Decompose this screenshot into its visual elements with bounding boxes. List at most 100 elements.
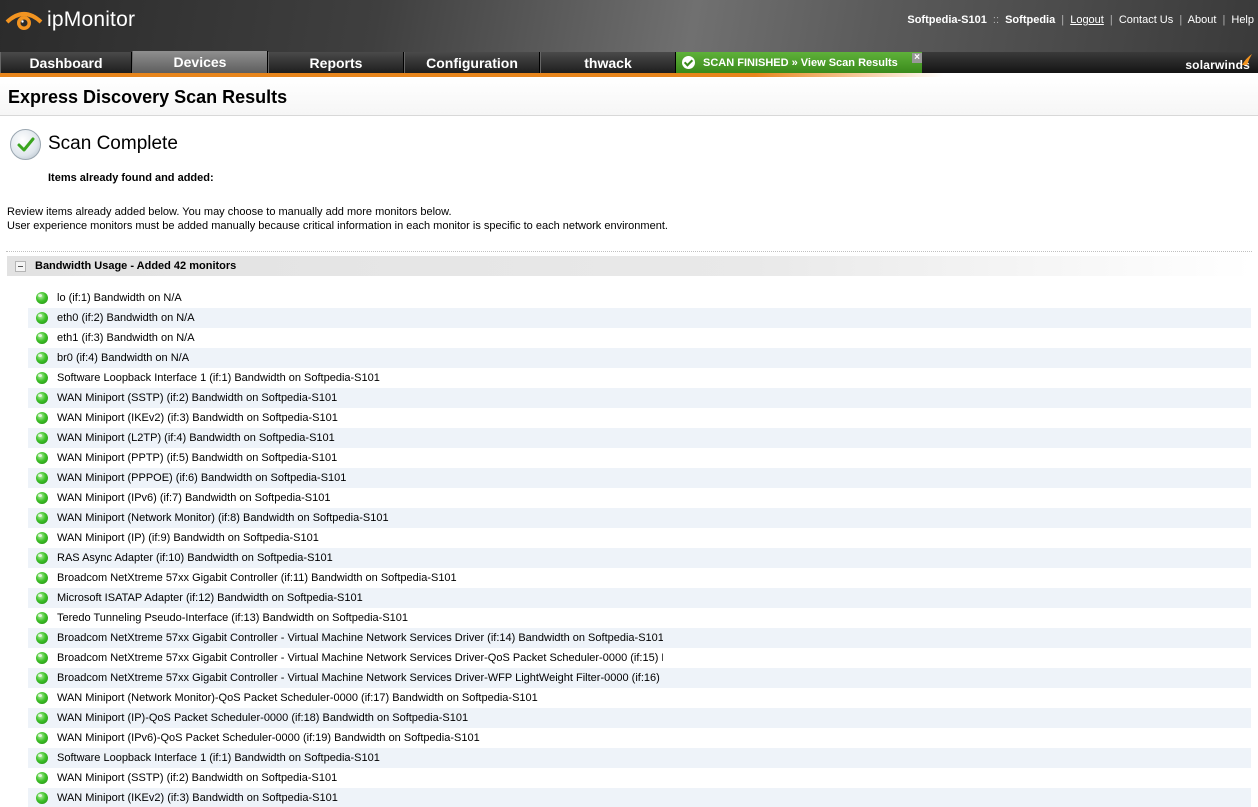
status-up-icon: [36, 732, 48, 744]
status-up-icon: [36, 592, 48, 604]
section-divider: [6, 251, 1252, 252]
list-item[interactable]: WAN Miniport (SSTP) (if:2) Bandwidth on …: [28, 768, 1251, 788]
about-link[interactable]: About: [1188, 14, 1217, 26]
list-item[interactable]: WAN Miniport (PPTP) (if:5) Bandwidth on …: [28, 448, 1251, 468]
list-item[interactable]: Broadcom NetXtreme 57xx Gigabit Controll…: [28, 668, 1251, 688]
monitor-label: WAN Miniport (Network Monitor) (if:8) Ba…: [57, 512, 389, 524]
scan-finished-banner[interactable]: SCAN FINISHED » View Scan Results: [676, 52, 922, 73]
user-links: Softpedia-S101 :: Softpedia | Logout | C…: [907, 14, 1254, 26]
host-separator: ::: [992, 14, 1000, 26]
list-item[interactable]: WAN Miniport (Network Monitor) (if:8) Ba…: [28, 508, 1251, 528]
status-up-icon: [36, 672, 48, 684]
status-up-icon: [36, 532, 48, 544]
status-up-icon: [36, 652, 48, 664]
check-icon: [682, 56, 695, 69]
list-item[interactable]: WAN Miniport (Network Monitor)-QoS Packe…: [28, 688, 1251, 708]
host-name: Softpedia-S101: [907, 14, 987, 26]
user-name: Softpedia: [1005, 14, 1056, 26]
monitor-label: WAN Miniport (IKEv2) (if:3) Bandwidth on…: [57, 792, 338, 804]
status-up-icon: [36, 412, 48, 424]
list-item[interactable]: WAN Miniport (IPv6)-QoS Packet Scheduler…: [28, 728, 1251, 748]
monitor-label: WAN Miniport (SSTP) (if:2) Bandwidth on …: [57, 392, 338, 404]
monitor-label: WAN Miniport (IP)-QoS Packet Scheduler-0…: [57, 712, 469, 724]
status-up-icon: [36, 572, 48, 584]
list-item[interactable]: Microsoft ISATAP Adapter (if:12) Bandwid…: [28, 588, 1251, 608]
monitor-label: Broadcom NetXtreme 57xx Gigabit Controll…: [57, 572, 457, 584]
monitor-list: lo (if:1) Bandwidth on N/A eth0 (if:2) Ba…: [28, 288, 1251, 807]
status-up-icon: [36, 472, 48, 484]
close-icon[interactable]: ×: [912, 53, 922, 63]
page-title: Express Discovery Scan Results: [8, 87, 288, 107]
status-up-icon: [36, 332, 48, 344]
scan-banner-label: SCAN FINISHED » View Scan Results: [703, 56, 898, 69]
status-up-icon: [36, 792, 48, 804]
monitor-label: WAN Miniport (PPPOE) (if:6) Bandwidth on…: [57, 472, 347, 484]
scan-complete-check-icon: [10, 129, 41, 160]
list-item[interactable]: Broadcom NetXtreme 57xx Gigabit Controll…: [28, 628, 1251, 648]
list-item[interactable]: lo (if:1) Bandwidth on N/A: [28, 288, 1251, 308]
tab-dashboard[interactable]: Dashboard: [0, 52, 132, 73]
status-up-icon: [36, 512, 48, 524]
status-up-icon: [36, 752, 48, 764]
app-logo[interactable]: ipMonitor: [4, 6, 135, 34]
list-item[interactable]: eth0 (if:2) Bandwidth on N/A: [28, 308, 1251, 328]
status-up-icon: [36, 692, 48, 704]
monitor-label: br0 (if:4) Bandwidth on N/A: [57, 352, 190, 364]
list-item[interactable]: Broadcom NetXtreme 57xx Gigabit Controll…: [28, 648, 1251, 668]
top-header: ipMonitor Softpedia-S101 :: Softpedia | …: [0, 0, 1258, 52]
status-up-icon: [36, 392, 48, 404]
list-item[interactable]: Software Loopback Interface 1 (if:1) Ban…: [28, 748, 1251, 768]
list-item[interactable]: Teredo Tunneling Pseudo-Interface (if:13…: [28, 608, 1251, 628]
monitor-label: WAN Miniport (SSTP) (if:2) Bandwidth on …: [57, 772, 338, 784]
description-line: User experience monitors must be added m…: [7, 220, 668, 232]
collapse-icon[interactable]: [15, 260, 26, 272]
list-item[interactable]: WAN Miniport (IP)-QoS Packet Scheduler-0…: [28, 708, 1251, 728]
logout-link[interactable]: Logout: [1070, 14, 1104, 26]
bandwidth-group-header[interactable]: Bandwidth Usage - Added 42 monitors: [7, 256, 1252, 276]
monitor-label: eth1 (if:3) Bandwidth on N/A: [57, 332, 195, 344]
list-item[interactable]: RAS Async Adapter (if:10) Bandwidth on S…: [28, 548, 1251, 568]
flame-logo-icon: [1240, 52, 1254, 66]
status-up-icon: [36, 292, 48, 304]
monitor-label: Broadcom NetXtreme 57xx Gigabit Controll…: [57, 632, 663, 644]
status-up-icon: [36, 432, 48, 444]
list-item[interactable]: WAN Miniport (IKEv2) (if:3) Bandwidth on…: [28, 788, 1251, 807]
items-found-label: Items already found and added:: [48, 172, 214, 184]
status-up-icon: [36, 772, 48, 784]
monitor-label: eth0 (if:2) Bandwidth on N/A: [57, 312, 195, 324]
monitor-label: WAN Miniport (IKEv2) (if:3) Bandwidth on…: [57, 412, 338, 424]
list-item[interactable]: WAN Miniport (SSTP) (if:2) Bandwidth on …: [28, 388, 1251, 408]
status-up-icon: [36, 712, 48, 724]
help-link[interactable]: Help: [1231, 14, 1254, 26]
list-item[interactable]: WAN Miniport (IKEv2) (if:3) Bandwidth on…: [28, 408, 1251, 428]
monitor-label: WAN Miniport (L2TP) (if:4) Bandwidth on …: [57, 432, 335, 444]
tab-reports[interactable]: Reports: [268, 52, 404, 73]
contact-us-link[interactable]: Contact Us: [1119, 14, 1173, 26]
status-up-icon: [36, 612, 48, 624]
monitor-label: lo (if:1) Bandwidth on N/A: [57, 292, 182, 304]
status-up-icon: [36, 372, 48, 384]
page-title-bar: Express Discovery Scan Results: [0, 77, 1258, 116]
monitor-label: WAN Miniport (PPTP) (if:5) Bandwidth on …: [57, 452, 338, 464]
monitor-label: WAN Miniport (IP) (if:9) Bandwidth on So…: [57, 532, 319, 544]
list-item[interactable]: br0 (if:4) Bandwidth on N/A: [28, 348, 1251, 368]
group-title: Bandwidth Usage - Added 42 monitors: [35, 260, 237, 272]
scan-complete-heading: Scan Complete: [48, 133, 178, 154]
eye-logo-icon: [4, 8, 44, 32]
status-up-icon: [36, 352, 48, 364]
description-line: Review items already added below. You ma…: [7, 206, 452, 218]
list-item[interactable]: WAN Miniport (PPPOE) (if:6) Bandwidth on…: [28, 468, 1251, 488]
list-item[interactable]: Software Loopback Interface 1 (if:1) Ban…: [28, 368, 1251, 388]
tab-thwack[interactable]: thwack: [540, 52, 676, 73]
list-item[interactable]: Broadcom NetXtreme 57xx Gigabit Controll…: [28, 568, 1251, 588]
list-item[interactable]: WAN Miniport (IP) (if:9) Bandwidth on So…: [28, 528, 1251, 548]
monitor-label: Software Loopback Interface 1 (if:1) Ban…: [57, 372, 380, 384]
tab-configuration[interactable]: Configuration: [404, 52, 540, 73]
list-item[interactable]: WAN Miniport (IPv6) (if:7) Bandwidth on …: [28, 488, 1251, 508]
monitor-label: Teredo Tunneling Pseudo-Interface (if:13…: [57, 612, 409, 624]
tab-devices[interactable]: Devices: [132, 51, 268, 73]
monitor-label: WAN Miniport (IPv6) (if:7) Bandwidth on …: [57, 492, 331, 504]
scan-description: Review items already added below. You ma…: [7, 205, 668, 233]
list-item[interactable]: eth1 (if:3) Bandwidth on N/A: [28, 328, 1251, 348]
list-item[interactable]: WAN Miniport (L2TP) (if:4) Bandwidth on …: [28, 428, 1251, 448]
